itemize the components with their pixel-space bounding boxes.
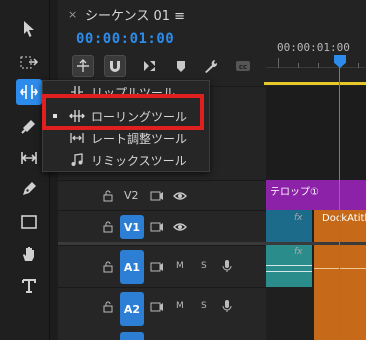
work-area-bar[interactable] bbox=[264, 82, 366, 85]
lock-icon[interactable] bbox=[102, 221, 114, 233]
menu-item-remix[interactable]: リミックスツール bbox=[43, 149, 211, 171]
panel-close-button[interactable]: × bbox=[68, 8, 77, 21]
track-target-a3[interactable] bbox=[120, 332, 144, 340]
fx-badge: fx bbox=[294, 247, 303, 257]
timecode-display[interactable]: 00:00:01:00 bbox=[76, 31, 174, 47]
track-lane-a1: fx bbox=[266, 245, 366, 287]
solo-button[interactable]: S bbox=[201, 301, 207, 311]
hand-tool[interactable] bbox=[16, 241, 42, 267]
audio-waveform bbox=[266, 271, 312, 272]
link-icon bbox=[144, 61, 155, 71]
track-target-v1[interactable]: V1 bbox=[120, 215, 144, 239]
eye-icon[interactable] bbox=[173, 189, 187, 203]
video-clip-label: DockAtitla bbox=[322, 213, 366, 224]
title-clip[interactable]: テロップ① bbox=[266, 180, 366, 210]
premiere-window: × シーケンス 01 ≡ 00:00:01:00 cc 00:00:01:00 bbox=[0, 0, 366, 340]
title-clip-label: テロップ① bbox=[270, 187, 319, 198]
type-icon bbox=[22, 279, 36, 293]
sync-lock-icon[interactable] bbox=[150, 300, 164, 314]
marker-icon bbox=[177, 61, 185, 72]
sync-lock-icon[interactable] bbox=[150, 220, 164, 234]
snap-button[interactable] bbox=[104, 55, 126, 77]
track-select-tool[interactable] bbox=[16, 50, 42, 76]
rectangle-icon bbox=[21, 215, 37, 229]
solo-button[interactable]: S bbox=[201, 261, 207, 271]
ruler-tick bbox=[298, 63, 299, 68]
lock-icon[interactable] bbox=[102, 190, 114, 202]
ruler-timecode: 00:00:01:00 bbox=[277, 41, 350, 54]
menu-item-rate-stretch[interactable]: レート調整ツール bbox=[43, 127, 211, 149]
ripple-edit-icon bbox=[20, 85, 38, 99]
lock-icon[interactable] bbox=[102, 301, 114, 313]
mute-button[interactable]: M bbox=[176, 261, 184, 271]
track-label-v2: V2 bbox=[124, 189, 139, 202]
annotation-highlight-box bbox=[42, 94, 204, 130]
arrow-icon bbox=[24, 21, 34, 37]
panel-header: × シーケンス 01 ≡ bbox=[58, 0, 366, 28]
ruler-tick bbox=[318, 63, 319, 68]
menu-item-label: リミックスツール bbox=[91, 153, 187, 168]
track-lane-v2: テロップ① bbox=[266, 180, 366, 210]
hand-icon bbox=[23, 247, 34, 261]
audio-waveform bbox=[266, 265, 312, 266]
type-tool[interactable] bbox=[16, 273, 42, 299]
rate-stretch-icon bbox=[70, 133, 84, 143]
track-target-a1[interactable]: A1 bbox=[120, 250, 144, 284]
track-header-a2: A2 M S bbox=[58, 287, 266, 340]
ruler-tick bbox=[278, 58, 279, 68]
add-marker-button[interactable] bbox=[170, 55, 192, 77]
captions-icon: cc bbox=[236, 61, 250, 71]
video-clip-a[interactable]: fx bbox=[266, 210, 312, 242]
insert-overwrite-toggle[interactable] bbox=[72, 55, 94, 77]
snap-sequence-icon bbox=[77, 59, 89, 72]
fx-badge: fx bbox=[294, 213, 303, 223]
sync-lock-icon[interactable] bbox=[150, 189, 164, 203]
selection-tool[interactable] bbox=[16, 16, 42, 42]
ruler-tick bbox=[358, 63, 359, 68]
video-clip-b[interactable]: DockAtitla bbox=[314, 210, 366, 242]
microphone-icon[interactable] bbox=[220, 259, 234, 273]
track-lane-empty bbox=[266, 86, 366, 180]
track-lane-a2 bbox=[266, 287, 366, 340]
microphone-icon[interactable] bbox=[220, 299, 234, 313]
svg-text:cc: cc bbox=[239, 63, 247, 71]
eye-icon[interactable] bbox=[173, 220, 187, 234]
magnet-icon bbox=[110, 61, 120, 72]
track-select-icon bbox=[20, 56, 39, 69]
slip-icon bbox=[21, 152, 37, 164]
wrench-icon bbox=[205, 60, 218, 73]
ripple-edit-tool[interactable] bbox=[16, 79, 42, 105]
audio-waveform bbox=[314, 268, 366, 269]
audio-clip-a[interactable]: fx bbox=[266, 245, 312, 287]
menu-item-label: レート調整ツール bbox=[91, 131, 188, 146]
pen-tool[interactable] bbox=[16, 176, 42, 202]
razor-icon bbox=[21, 120, 35, 134]
slip-tool[interactable] bbox=[16, 145, 42, 171]
linked-selection-button[interactable] bbox=[138, 55, 160, 77]
sync-lock-icon[interactable] bbox=[150, 260, 164, 274]
mute-button[interactable]: M bbox=[176, 301, 184, 311]
rectangle-tool[interactable] bbox=[16, 209, 42, 235]
track-header-a1: A1 M S bbox=[58, 245, 266, 287]
track-header-v2: V2 bbox=[58, 180, 266, 210]
playhead-line[interactable] bbox=[339, 66, 340, 340]
captions-button[interactable]: cc bbox=[232, 55, 254, 77]
track-target-a2[interactable]: A2 bbox=[120, 292, 144, 326]
lock-icon[interactable] bbox=[102, 261, 114, 273]
remix-music-icon bbox=[71, 153, 83, 166]
track-header-v1: V1 bbox=[58, 210, 266, 242]
timeline-settings-button[interactable] bbox=[200, 55, 222, 77]
razor-tool[interactable] bbox=[16, 113, 42, 139]
audio-clip-c[interactable] bbox=[314, 287, 366, 340]
sequence-title[interactable]: シーケンス 01 ≡ bbox=[85, 5, 185, 24]
audio-clip-b[interactable] bbox=[314, 245, 366, 287]
pen-icon bbox=[23, 182, 36, 195]
track-lane-v1: fx DockAtitla bbox=[266, 210, 366, 242]
